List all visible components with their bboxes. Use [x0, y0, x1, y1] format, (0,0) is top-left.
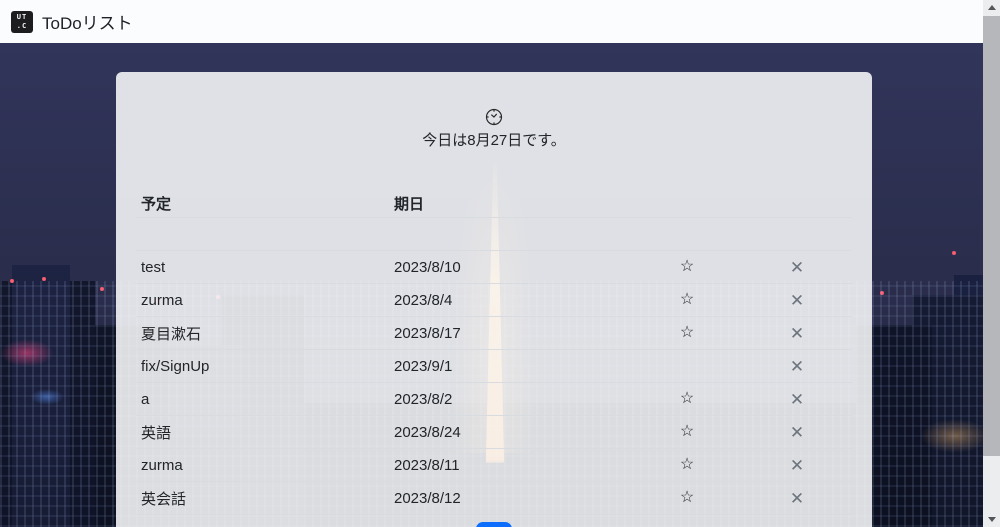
page-title: ToDoリスト [42, 9, 133, 34]
task-label: test [136, 259, 394, 276]
delete-icon[interactable]: ✕ [784, 323, 810, 344]
table-row: test 2023/8/10 ☆ ✕ [136, 251, 852, 284]
clock-icon [485, 108, 503, 126]
todo-table: 予定 期日 test 2023/8/10 [136, 189, 852, 515]
star-icon[interactable]: ☆ [674, 488, 700, 508]
task-label: fix/SignUp [136, 358, 394, 375]
star-icon[interactable]: ☆ [674, 422, 700, 442]
star-icon[interactable]: ☆ [674, 323, 700, 343]
logo-line2: .C [17, 22, 27, 31]
star-icon[interactable] [681, 237, 693, 241]
due-date-label: 2023/8/4 [394, 292, 632, 309]
delete-icon[interactable] [791, 237, 803, 241]
due-date-label: 2023/8/12 [394, 490, 632, 507]
table-row: zurma 2023/8/4 ☆ ✕ [136, 284, 852, 317]
table-row [136, 218, 852, 251]
column-header-due: 期日 [394, 193, 632, 214]
delete-icon[interactable]: ✕ [784, 389, 810, 410]
app-logo-icon: UT .C [11, 11, 33, 33]
due-date-label: 2023/8/2 [394, 391, 632, 408]
task-label: 夏目漱石 [136, 323, 394, 344]
delete-icon[interactable]: ✕ [784, 356, 810, 377]
arrow-down-icon [988, 517, 996, 522]
due-date-label: 2023/8/10 [394, 259, 632, 276]
due-date-label: 2023/9/1 [394, 358, 632, 375]
date-notice-text: 今日は8月27日です。 [422, 129, 566, 150]
table-row: fix/SignUp 2023/9/1 ☆ ✕ [136, 350, 852, 383]
star-icon[interactable]: ☆ [674, 290, 700, 310]
task-label: a [136, 391, 394, 408]
task-label: zurma [136, 457, 394, 474]
arrow-up-icon [988, 5, 996, 10]
delete-icon[interactable]: ✕ [784, 422, 810, 443]
todo-card: 今日は8月27日です。 予定 期日 [116, 72, 872, 527]
star-icon[interactable]: ☆ [674, 455, 700, 475]
delete-icon[interactable]: ✕ [784, 257, 810, 278]
star-icon[interactable]: ☆ [674, 389, 700, 409]
table-row: 英会話 2023/8/12 ☆ ✕ [136, 482, 852, 515]
task-label: zurma [136, 292, 394, 309]
header-bar: UT .C ToDoリスト [0, 0, 1000, 43]
due-date-label: 2023/8/17 [394, 325, 632, 342]
scroll-up-button[interactable] [983, 0, 1000, 15]
column-header-task: 予定 [136, 193, 394, 214]
table-row: 夏目漱石 2023/8/17 ☆ ✕ [136, 317, 852, 350]
scrollbar-thumb[interactable] [983, 16, 1000, 456]
due-date-label: 2023/8/11 [394, 457, 632, 474]
task-label: 英会話 [136, 488, 394, 509]
scrollbar[interactable] [983, 0, 1000, 527]
star-icon[interactable]: ☆ [674, 257, 700, 277]
table-row: 英語 2023/8/24 ☆ ✕ [136, 416, 852, 449]
delete-icon[interactable]: ✕ [784, 488, 810, 509]
task-label: 英語 [136, 422, 394, 443]
due-date-label: 2023/8/24 [394, 424, 632, 441]
scroll-down-button[interactable] [983, 512, 1000, 527]
table-row: a 2023/8/2 ☆ ✕ [136, 383, 852, 416]
add-todo-button[interactable]: + [476, 522, 512, 527]
app-viewport: UT .C ToDoリスト 今日は8月27日です。 予定 期日 [0, 0, 1000, 527]
delete-icon[interactable]: ✕ [784, 290, 810, 311]
table-row: zurma 2023/8/11 ☆ ✕ [136, 449, 852, 482]
table-header-row: 予定 期日 [136, 189, 852, 218]
delete-icon[interactable]: ✕ [784, 455, 810, 476]
add-button-row: + [136, 522, 852, 527]
logo-line1: UT [17, 13, 27, 22]
table-body: test 2023/8/10 ☆ ✕ zurma 2023/8/4 ☆ [136, 218, 852, 515]
date-notice-box: 今日は8月27日です。 [136, 92, 852, 166]
